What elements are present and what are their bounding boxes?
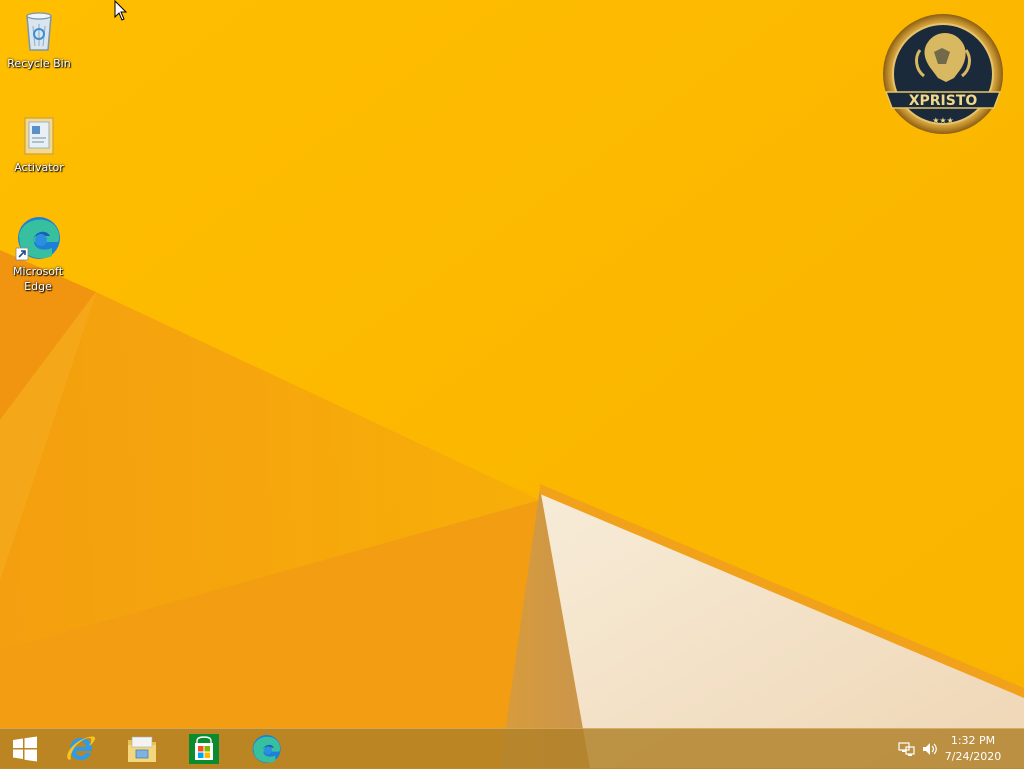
microsoft-edge-label-line2: Edge [24,280,52,293]
clock-date: 7/24/2020 [944,750,1002,763]
taskbar-store[interactable] [174,729,234,769]
file-explorer-icon [128,736,156,762]
activator-label: Activator [14,161,64,174]
edge-icon [15,217,60,261]
xpristo-logo-badge: XPRISTO ★★★ [883,14,1003,134]
taskbar-microsoft-edge[interactable] [236,729,296,769]
recycle-bin-icon [26,12,52,51]
activator-file-icon [24,117,54,155]
clock-time: 1:32 PM [950,734,996,747]
desktop-icon-activator[interactable]: Activator [1,110,77,175]
store-icon [189,734,219,764]
edge-icon [252,735,281,763]
mouse-cursor-icon [114,0,128,21]
microsoft-edge-label-line1: Microsoft [12,265,64,278]
taskbar: 1:32 PM 7/24/2020 [0,728,1024,769]
volume-icon[interactable] [921,741,939,757]
desktop-icon-recycle-bin[interactable]: Recycle Bin [1,6,77,71]
internet-explorer-icon [67,736,96,760]
taskbar-internet-explorer[interactable] [51,729,111,769]
system-clock[interactable]: 1:32 PM 7/24/2020 [938,733,1008,765]
wallpaper [0,0,1024,768]
network-icon[interactable] [898,741,916,757]
start-button[interactable] [0,729,50,769]
recycle-bin-label: Recycle Bin [7,57,71,70]
logo-stars: ★★★ [932,116,954,125]
logo-text: XPRISTO [909,93,978,109]
taskbar-file-explorer[interactable] [112,729,172,769]
desktop[interactable]: Recycle Bin Activator Microsoft Edge XPR… [0,0,1024,768]
desktop-icon-microsoft-edge[interactable]: Microsoft Edge [0,214,76,294]
windows-start-icon [13,736,37,762]
microsoft-edge-label: Microsoft Edge [0,264,76,294]
